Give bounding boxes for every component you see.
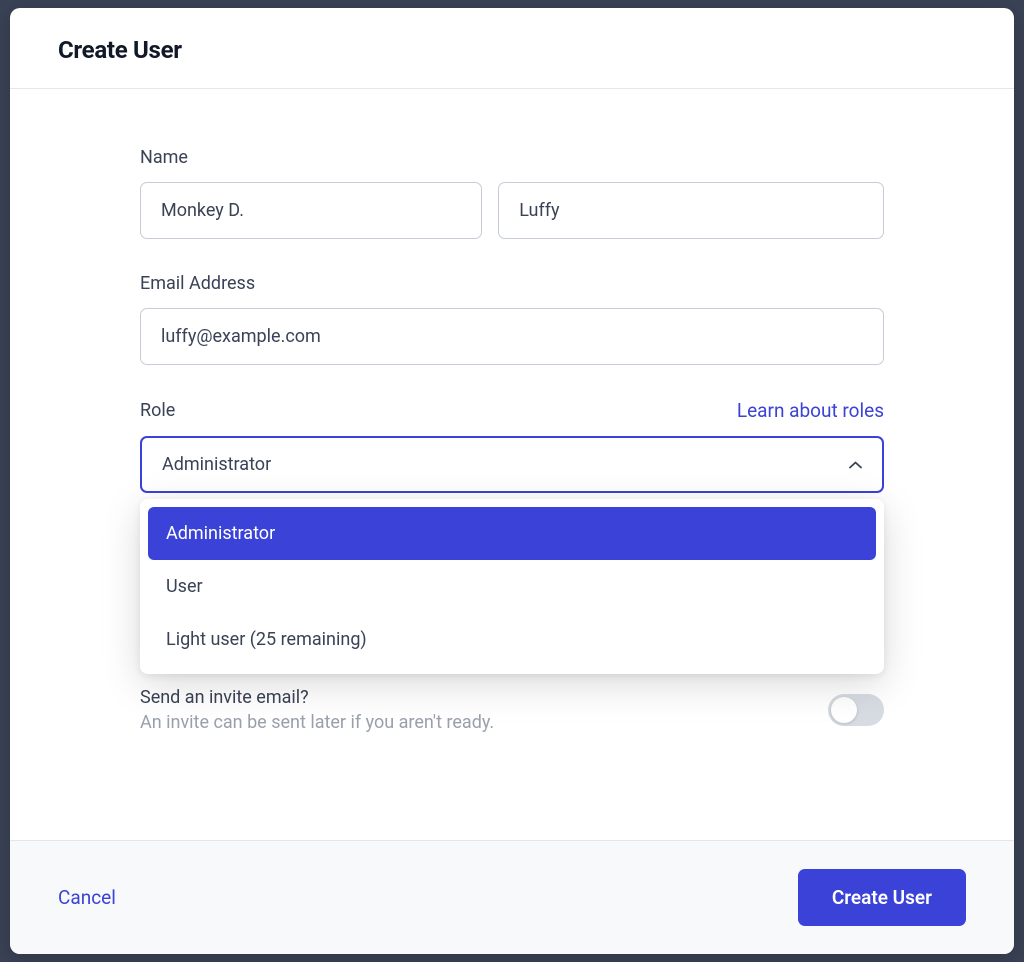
role-option-user[interactable]: User	[148, 560, 876, 613]
create-user-modal: Create User Name Email Address Role Lear…	[10, 8, 1014, 954]
name-row	[140, 182, 884, 239]
toggle-knob	[831, 697, 857, 723]
role-selected-value: Administrator	[162, 454, 271, 475]
create-user-button[interactable]: Create User	[798, 869, 966, 926]
modal-footer: Cancel Create User	[10, 840, 1014, 954]
invite-row: Send an invite email? An invite can be s…	[140, 687, 884, 733]
modal-header: Create User	[10, 8, 1014, 89]
name-label: Name	[140, 147, 884, 168]
invite-toggle[interactable]	[828, 694, 884, 726]
chevron-up-icon	[848, 458, 862, 472]
email-input[interactable]	[140, 308, 884, 365]
role-label: Role	[140, 400, 175, 421]
role-field-group: Role Learn about roles Administrator Adm…	[140, 399, 884, 493]
last-name-input[interactable]	[498, 182, 884, 239]
role-select[interactable]: Administrator	[140, 436, 884, 493]
first-name-input[interactable]	[140, 182, 482, 239]
invite-title: Send an invite email?	[140, 687, 828, 708]
role-label-row: Role Learn about roles	[140, 399, 884, 422]
invite-subtitle: An invite can be sent later if you aren'…	[140, 712, 828, 733]
invite-text: Send an invite email? An invite can be s…	[140, 687, 828, 733]
role-option-administrator[interactable]: Administrator	[148, 507, 876, 560]
role-dropdown: Administrator User Light user (25 remain…	[140, 499, 884, 674]
email-label: Email Address	[140, 273, 884, 294]
role-option-light-user[interactable]: Light user (25 remaining)	[148, 613, 876, 666]
email-field-group: Email Address	[140, 273, 884, 365]
cancel-button[interactable]: Cancel	[58, 876, 116, 919]
modal-title: Create User	[58, 36, 966, 64]
learn-about-roles-link[interactable]: Learn about roles	[737, 399, 884, 422]
modal-body: Name Email Address Role Learn about role…	[10, 89, 1014, 840]
name-field-group: Name	[140, 147, 884, 239]
